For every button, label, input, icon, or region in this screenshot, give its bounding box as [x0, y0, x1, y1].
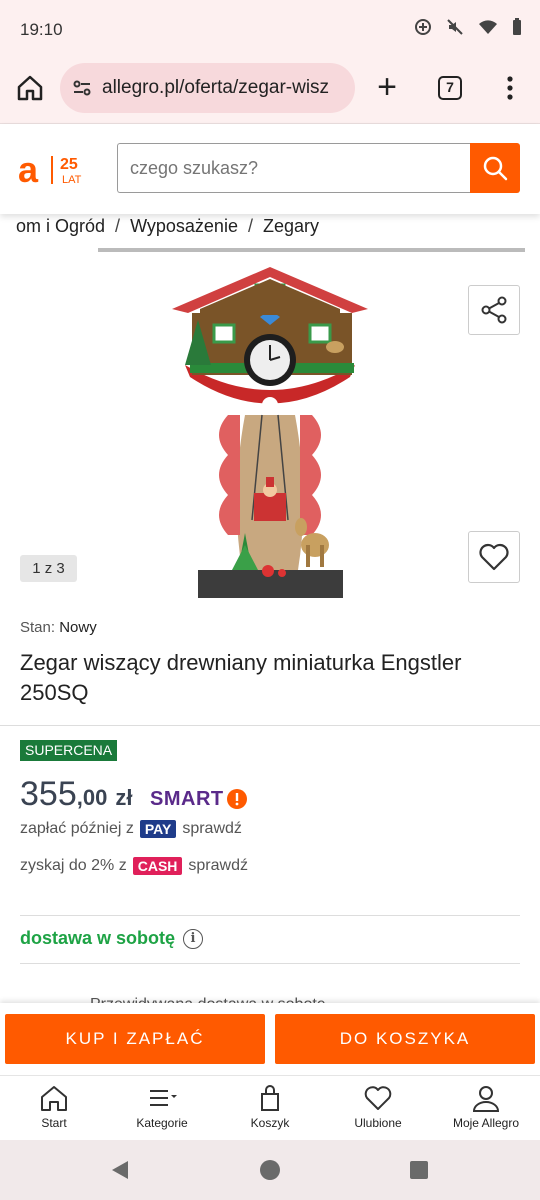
condition-label: Stan: [20, 619, 56, 636]
pay-later-text: zapłać później z [20, 820, 134, 837]
site-settings-icon[interactable] [72, 78, 92, 98]
user-icon [472, 1086, 500, 1112]
product-title: Zegar wiszący drewniany miniaturka Engst… [20, 650, 462, 705]
divider [20, 915, 520, 916]
data-saver-icon [415, 19, 431, 35]
status-bar: 19:10 [0, 0, 540, 56]
product-condition: Stan: Nowy [20, 619, 97, 636]
purchase-action-bar: KUP I ZAPŁAĆ DO KOSZYKA [0, 1003, 540, 1075]
new-tab-icon[interactable]: + [372, 70, 402, 106]
pay-later-row: zapłać później z PAY sprawdź [20, 820, 242, 838]
recents-icon[interactable] [408, 1159, 430, 1181]
supercena-badge: SUPERCENA [20, 740, 118, 761]
cash-back-text: zyskaj do 2% z [20, 857, 127, 874]
product-image[interactable] [170, 265, 370, 605]
nav-label: Kategorie [136, 1116, 188, 1130]
breadcrumb-item[interactable]: Wyposażenie [130, 216, 238, 242]
nav-label: Start [41, 1116, 67, 1130]
pay-badge: PAY [139, 820, 177, 838]
delivery-text: dostawa w sobotę [20, 928, 176, 948]
divider [20, 963, 520, 964]
nav-my-allegro[interactable]: Moje Allegro [432, 1076, 540, 1140]
favorite-button[interactable] [468, 531, 520, 583]
nav-label: Koszyk [250, 1116, 290, 1130]
nav-label: Ulubione [354, 1116, 402, 1130]
cart-icon [261, 1085, 279, 1111]
smart-label: SMART [150, 787, 224, 810]
product-price: 355 ,00 zł [20, 775, 132, 814]
smart-info-icon [226, 789, 247, 809]
nav-cart[interactable]: Koszyk [216, 1076, 324, 1140]
buy-now-button[interactable]: KUP I ZAPŁAĆ [5, 1014, 265, 1064]
divider [0, 725, 540, 726]
more-menu-icon[interactable] [500, 72, 520, 104]
breadcrumb-scrollbar[interactable] [98, 248, 525, 252]
price-decimal: ,00 [76, 785, 108, 810]
home-circle-icon[interactable] [258, 1158, 282, 1182]
delivery-info[interactable]: dostawa w sobotę i [20, 928, 204, 949]
system-navigation-bar [0, 1140, 540, 1200]
share-button[interactable] [468, 285, 520, 335]
address-bar[interactable]: allegro.pl/oferta/zegar-wisz [60, 63, 355, 113]
url-text: allegro.pl/oferta/zegar-wisz [102, 77, 330, 98]
tab-switcher-button[interactable]: 7 [438, 76, 462, 100]
breadcrumb-separator: / [247, 216, 253, 236]
svg-text:25: 25 [60, 156, 78, 173]
nav-label: Moje Allegro [452, 1116, 520, 1130]
share-icon [481, 296, 507, 324]
search-icon [483, 156, 508, 181]
breadcrumb-separator: / [115, 216, 121, 236]
breadcrumb: om i Ogród / Wyposażenie / Zegary [16, 216, 319, 242]
svg-text:LAT: LAT [62, 174, 82, 186]
breadcrumb-item[interactable]: om i Ogród [16, 216, 105, 242]
nav-start[interactable]: Start [0, 1076, 108, 1140]
back-icon[interactable] [108, 1158, 132, 1182]
bottom-navigation: Start Kategorie Koszyk Ulubione Moje All… [0, 1075, 540, 1140]
price-currency: zł [115, 785, 133, 810]
allegro-logo[interactable]: a 25 LAT [18, 149, 98, 190]
status-icons [414, 18, 522, 36]
search-input[interactable] [117, 143, 471, 193]
price-integer: 355 [20, 775, 77, 813]
mute-icon [447, 19, 463, 35]
breadcrumb-item[interactable]: Zegary [263, 216, 319, 242]
svg-text:a: a [18, 152, 39, 188]
cash-back-link[interactable]: sprawdź [188, 857, 248, 875]
browser-toolbar: allegro.pl/oferta/zegar-wisz + 7 [0, 56, 540, 124]
heart-icon [479, 543, 509, 571]
home-icon[interactable] [14, 72, 46, 104]
gallery-counter: 1 z 3 [20, 555, 77, 582]
pay-later-link[interactable]: sprawdź [182, 820, 242, 838]
nav-categories[interactable]: Kategorie [108, 1076, 216, 1140]
wifi-icon [479, 20, 497, 34]
info-icon[interactable]: i [183, 928, 204, 949]
categories-icon [150, 1090, 177, 1106]
search-button[interactable] [470, 143, 520, 193]
condition-value: Nowy [59, 619, 97, 636]
site-header: a 25 LAT [0, 124, 540, 214]
add-to-cart-button[interactable]: DO KOSZYKA [275, 1014, 535, 1064]
heart-icon [364, 1086, 392, 1110]
cash-back-row: zyskaj do 2% z CASH sprawdź [20, 857, 248, 875]
home-icon [41, 1086, 67, 1111]
smart-badge[interactable]: SMART [150, 786, 248, 812]
battery-icon [513, 18, 521, 35]
status-time: 19:10 [20, 20, 63, 39]
nav-favorites[interactable]: Ulubione [324, 1076, 432, 1140]
cash-badge: CASH [132, 857, 183, 875]
